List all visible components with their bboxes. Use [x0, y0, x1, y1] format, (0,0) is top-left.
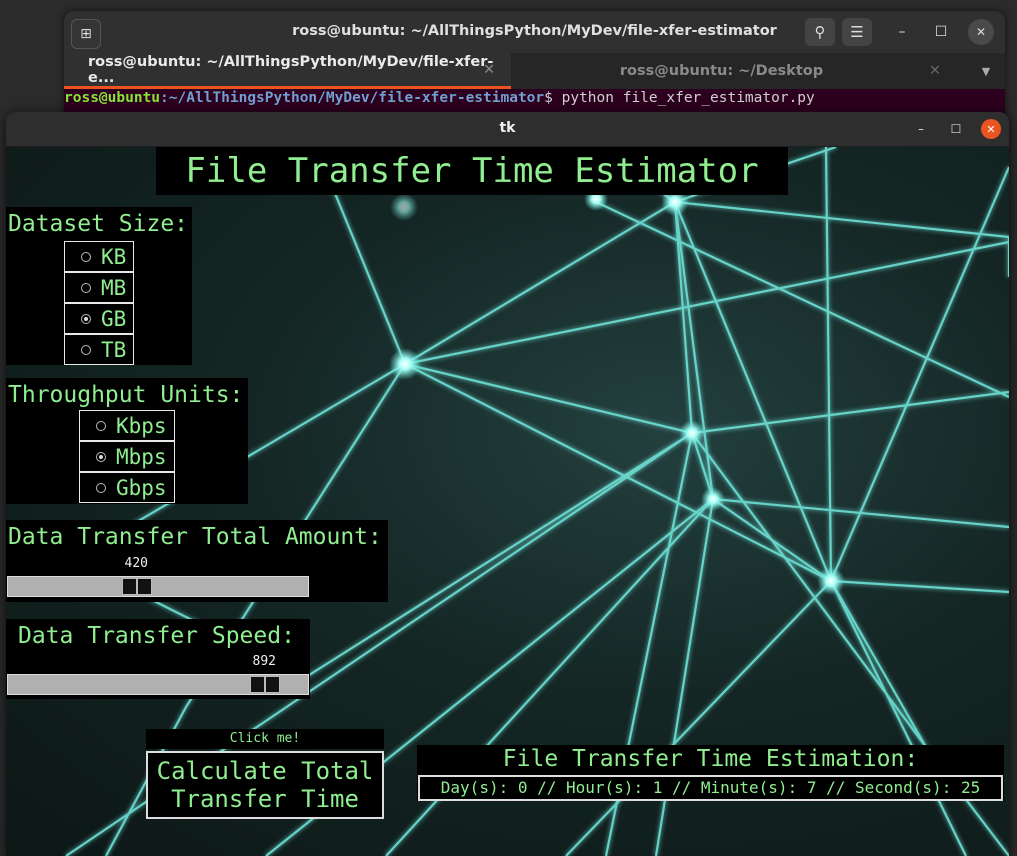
dataset-radio-mb[interactable]: MB: [64, 272, 134, 303]
transfer-speed-panel: Data Transfer Speed: 892: [6, 619, 310, 699]
transfer-amount-scale[interactable]: 420: [6, 554, 310, 602]
terminal-tab-desktop[interactable]: ross@ubuntu: ~/Desktop ✕: [514, 53, 941, 89]
radio-selected-icon: [96, 451, 106, 462]
terminal-command: python file_xfer_estimator.py: [552, 90, 815, 106]
result-panel: File Transfer Time Estimation: Day(s): 0…: [417, 745, 1004, 801]
menu-icon[interactable]: ☰: [842, 18, 872, 46]
throughput-units-panel: Throughput Units: Kbps Mbps Gbps: [6, 378, 248, 504]
radio-label: MB: [101, 275, 127, 300]
tk-titlebar[interactable]: tk – ☐ ✕: [6, 112, 1009, 146]
radio-label: KB: [101, 244, 127, 269]
throughput-radio-kbps[interactable]: Kbps: [79, 410, 175, 441]
scale-value: 892: [252, 654, 276, 669]
radio-selected-icon: [81, 313, 91, 324]
calculate-button-line1: Calculate Total: [156, 757, 374, 785]
terminal-tab-bar: ross@ubuntu: ~/AllThingsPython/MyDev/fil…: [64, 53, 1005, 89]
dataset-radio-gb[interactable]: GB: [64, 303, 134, 334]
minimize-icon[interactable]: –: [889, 19, 915, 45]
tabs-dropdown-icon[interactable]: ▼: [974, 53, 998, 89]
scale-trough[interactable]: [7, 674, 309, 695]
close-icon[interactable]: ✕: [968, 19, 994, 45]
result-title: File Transfer Time Estimation:: [502, 746, 919, 772]
throughput-units-label: Throughput Units:: [8, 382, 244, 408]
tk-window: tk – ☐ ✕ File Transfer Time Estimator Da…: [6, 112, 1009, 856]
radio-label: Gbps: [116, 475, 167, 500]
tk-window-title: tk: [499, 120, 516, 136]
calculate-button[interactable]: Calculate Total Transfer Time: [146, 751, 384, 819]
terminal-command-line: ross@ubuntu:~/AllThingsPython/MyDev/file…: [64, 90, 815, 106]
radio-indicator-icon: [81, 251, 91, 262]
scale-slider-handle[interactable]: [250, 676, 280, 693]
search-icon[interactable]: ⚲: [805, 18, 835, 46]
radio-indicator-icon: [81, 282, 91, 293]
tab-label: ross@ubuntu: ~/Desktop: [619, 63, 824, 79]
transfer-amount-label: Data Transfer Total Amount:: [8, 524, 382, 550]
transfer-amount-panel: Data Transfer Total Amount: 420: [6, 520, 388, 602]
app-title: File Transfer Time Estimator: [156, 147, 788, 195]
terminal-header: ⊞ ross@ubuntu: ~/AllThingsPython/MyDev/f…: [64, 11, 1005, 53]
transfer-speed-label: Data Transfer Speed:: [18, 623, 295, 649]
prompt-symbol: $: [544, 90, 553, 106]
throughput-radio-gbps[interactable]: Gbps: [79, 472, 175, 503]
transfer-speed-scale[interactable]: 892: [6, 652, 310, 699]
dataset-radio-tb[interactable]: TB: [64, 334, 134, 365]
radio-indicator-icon: [81, 344, 91, 355]
radio-indicator-icon: [96, 482, 106, 493]
radio-label: Mbps: [116, 444, 167, 469]
radio-label: Kbps: [116, 413, 167, 438]
tab-close-icon[interactable]: ✕: [929, 63, 941, 79]
throughput-radio-mbps[interactable]: Mbps: [79, 441, 175, 472]
app-canvas: File Transfer Time Estimator Dataset Siz…: [6, 147, 1009, 856]
click-me-hint: Click me!: [146, 729, 384, 749]
scale-value: 420: [124, 556, 148, 571]
tab-close-icon[interactable]: ✕: [483, 62, 495, 78]
dataset-size-label: Dataset Size:: [8, 211, 189, 237]
radio-label: TB: [101, 337, 127, 362]
scale-slider-handle[interactable]: [122, 578, 152, 595]
tab-label: ross@ubuntu: ~/AllThingsPython/MyDev/fil…: [88, 53, 494, 86]
dataset-radio-kb[interactable]: KB: [64, 241, 134, 272]
result-output: Day(s): 0 // Hour(s): 1 // Minute(s): 7 …: [418, 775, 1003, 801]
radio-label: GB: [101, 306, 127, 331]
maximize-icon[interactable]: ☐: [947, 120, 965, 138]
prompt-path: :~/AllThingsPython/MyDev/file-xfer-estim…: [160, 90, 545, 106]
dataset-size-panel: Dataset Size: KB MB GB TB: [6, 207, 192, 365]
minimize-icon[interactable]: –: [912, 120, 930, 138]
maximize-icon[interactable]: ☐: [928, 19, 954, 45]
calculate-button-line2: Transfer Time: [171, 785, 359, 813]
close-icon[interactable]: ✕: [981, 119, 1001, 139]
radio-indicator-icon: [96, 420, 106, 431]
terminal-tab-active[interactable]: ross@ubuntu: ~/AllThingsPython/MyDev/fil…: [64, 53, 511, 89]
prompt-user: ross@ubuntu: [64, 90, 161, 106]
scale-trough[interactable]: [7, 576, 309, 597]
